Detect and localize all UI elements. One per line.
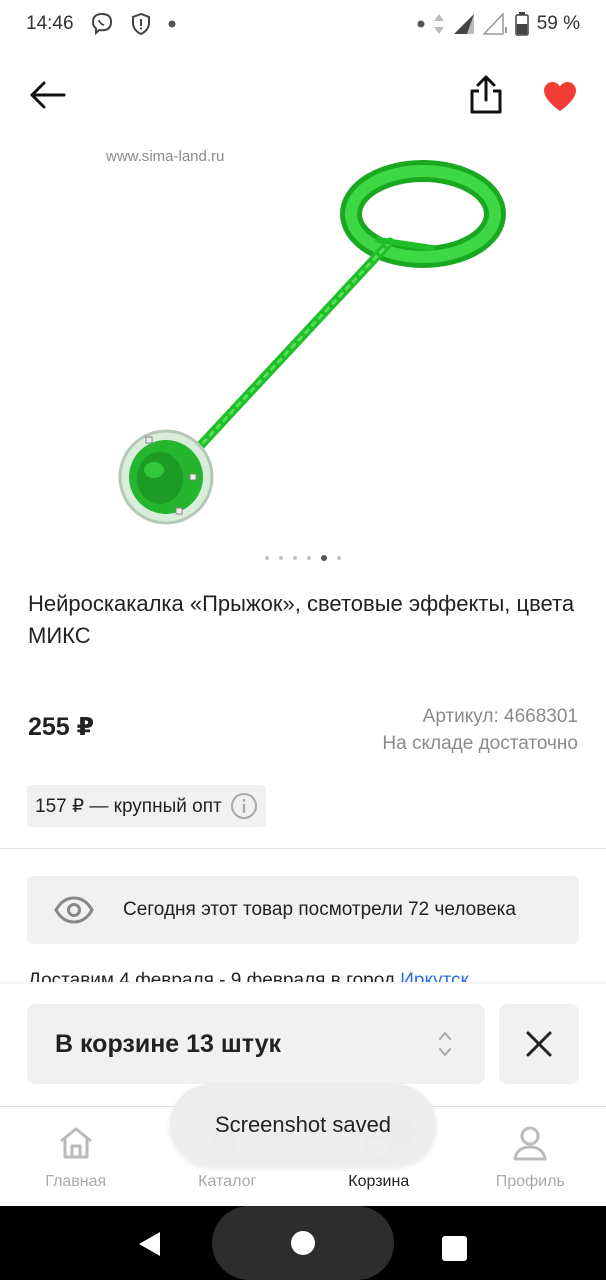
eye-icon	[54, 895, 94, 925]
profile-icon	[510, 1123, 550, 1163]
back-arrow-icon	[30, 81, 66, 109]
battery-percent: 59 %	[536, 13, 580, 34]
pager-dot[interactable]	[279, 556, 283, 560]
pager-dot[interactable]	[293, 556, 297, 560]
toast-text: Screenshot saved	[214, 1112, 392, 1137]
system-recents-icon[interactable]	[442, 1236, 467, 1261]
dot-icon	[168, 20, 176, 28]
delivery-dates: Доставим 4 февраля - 9 февраля в город	[28, 970, 401, 982]
app-bar	[0, 60, 606, 130]
product-price: 255 ₽	[28, 713, 95, 741]
status-time: 14:46	[26, 13, 74, 34]
pager-dot[interactable]	[265, 556, 269, 560]
cart-quantity-label: В корзине 13 штук	[55, 1029, 282, 1058]
views-text: Сегодня этот товар посмотрели 72 человек…	[123, 899, 516, 920]
image-watermark: www.sima-land.ru	[106, 148, 225, 165]
wholesale-price[interactable]: 157 ₽ — крупный опт	[27, 785, 266, 827]
data-arrows-icon	[433, 13, 445, 35]
nav-home-label: Главная	[45, 1173, 107, 1190]
share-icon	[470, 75, 502, 114]
cart-quantity-field[interactable]: В корзине 13 штук	[27, 1004, 485, 1084]
delivery-info: Доставим 4 февраля - 9 февраля в город И…	[28, 968, 588, 982]
system-back-icon[interactable]	[136, 1230, 164, 1258]
close-icon	[526, 1031, 552, 1057]
dot-icon	[417, 20, 425, 28]
pager-dot[interactable]	[307, 556, 311, 560]
share-button[interactable]	[464, 72, 508, 116]
info-icon[interactable]	[230, 792, 258, 820]
system-nav-bar	[0, 1206, 606, 1280]
wholesale-price-label: 157 ₽ — крупный опт	[35, 795, 222, 817]
product-title: Нейроскакалка «Прыжок», световые эффекты…	[28, 591, 575, 648]
image-pager	[0, 552, 606, 564]
system-home-button[interactable]	[212, 1206, 394, 1280]
signal-icon	[453, 13, 475, 35]
nav-profile[interactable]: Профиль	[455, 1107, 606, 1206]
home-circle-icon	[291, 1231, 315, 1255]
nav-cart-label: Корзина	[348, 1173, 410, 1190]
nav-catalog-label: Каталог	[198, 1173, 257, 1190]
signal-empty-icon	[482, 13, 507, 35]
home-icon	[56, 1123, 96, 1163]
views-counter: Сегодня этот товар посмотрели 72 человек…	[27, 876, 579, 944]
divider	[0, 848, 606, 849]
stock-status: На складе достаточно	[382, 733, 578, 754]
battery-icon	[514, 12, 529, 36]
favorite-button[interactable]	[538, 74, 582, 118]
skip-ball-toy-image	[118, 160, 506, 525]
product-image[interactable]: www.sima-land.ru	[0, 140, 606, 540]
nav-profile-label: Профиль	[495, 1173, 565, 1190]
pager-dot-active[interactable]	[321, 555, 327, 561]
product-sku: Артикул: 4668301	[422, 706, 578, 727]
delivery-city-link[interactable]: Иркутск	[400, 970, 469, 982]
remove-from-cart-button[interactable]	[499, 1004, 579, 1084]
nav-home[interactable]: Главная	[0, 1107, 152, 1206]
status-bar: 14:46 59 %	[0, 0, 606, 48]
heart-icon	[544, 82, 576, 111]
back-button[interactable]	[26, 74, 68, 116]
pager-dot[interactable]	[337, 556, 341, 560]
toast: Screenshot saved	[170, 1084, 436, 1166]
viber-icon	[90, 12, 114, 36]
shield-alert-icon	[130, 12, 152, 36]
quantity-stepper-icon[interactable]	[435, 1028, 455, 1060]
